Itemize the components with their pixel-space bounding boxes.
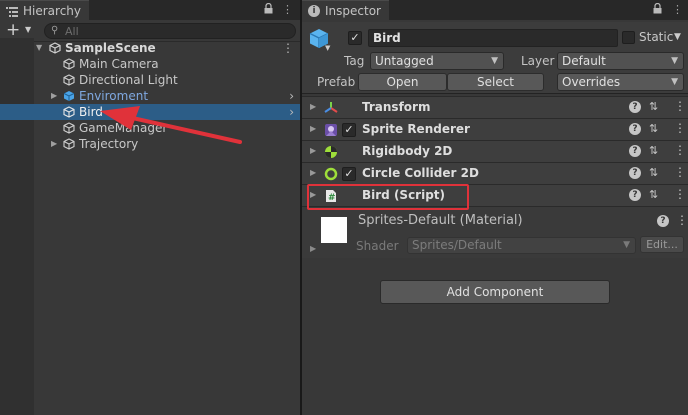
annotation-arrow (100, 106, 242, 144)
